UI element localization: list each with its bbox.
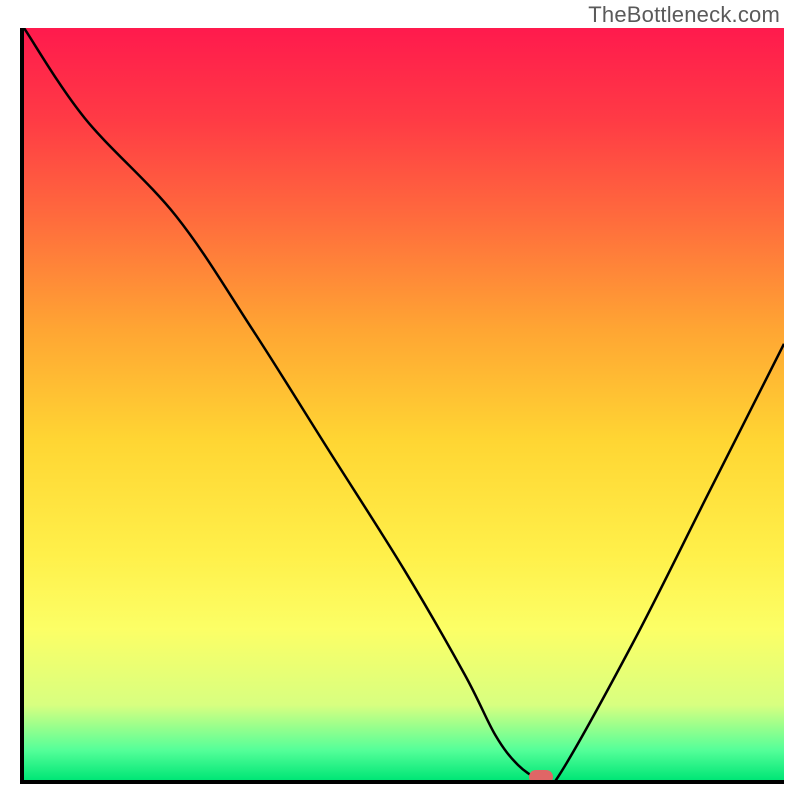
bottleneck-chart: TheBottleneck.com — [0, 0, 800, 800]
curve-path — [24, 28, 784, 780]
bottleneck-curve — [24, 28, 784, 780]
optimal-marker — [529, 770, 553, 784]
watermark-text: TheBottleneck.com — [588, 2, 780, 28]
plot-area — [20, 28, 784, 784]
